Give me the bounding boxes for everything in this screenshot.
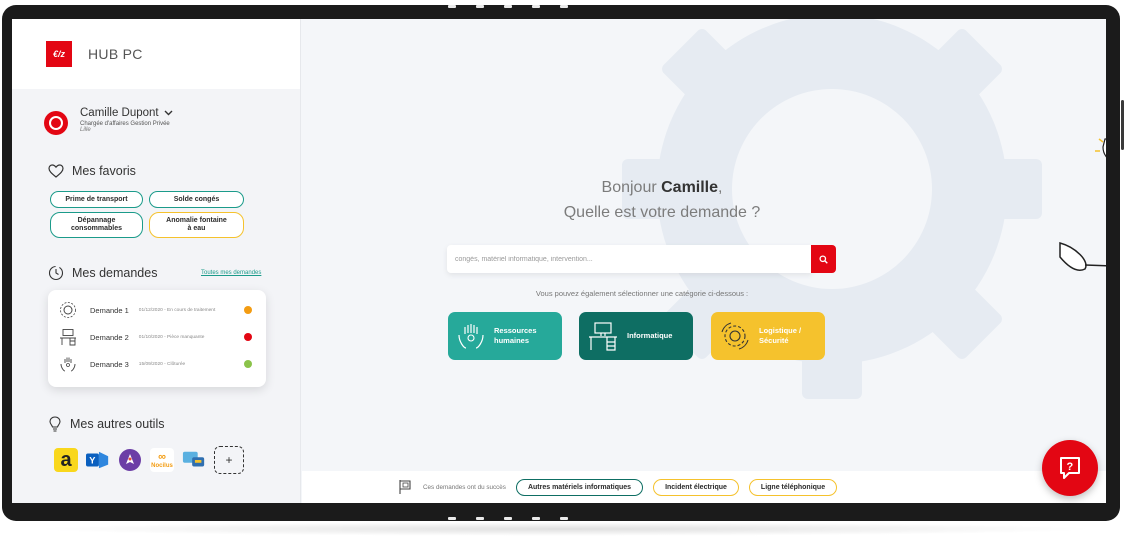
demande-row[interactable]: Demande 1 01/12/2020 - En cours de trait… bbox=[58, 299, 258, 321]
demande-name: Demande 3 bbox=[90, 359, 129, 369]
device-top-edge bbox=[448, 5, 568, 9]
device-side-button bbox=[1121, 100, 1124, 150]
category-label: Informatique bbox=[627, 331, 673, 341]
user-city: Lille bbox=[80, 127, 91, 133]
demande-meta: 01/12/2020 - En cours de traitement bbox=[138, 307, 216, 313]
demandes-title: Mes demandes bbox=[48, 265, 157, 281]
status-dot-green bbox=[244, 360, 252, 368]
favori-prime-transport[interactable]: Prime de transport bbox=[50, 191, 143, 208]
chevron-down-icon[interactable] bbox=[164, 110, 173, 116]
add-tool-button[interactable]: + bbox=[214, 446, 244, 474]
sidebar-header: €/z HUB PC bbox=[12, 19, 300, 89]
demande-meta: 01/10/2020 - Pièce manquante bbox=[138, 334, 205, 340]
user-profile[interactable]: Camille Dupont Chargée d'affaires Gestio… bbox=[44, 107, 173, 135]
favoris-title: Mes favoris bbox=[48, 164, 136, 178]
category-logistique-securite[interactable]: Logistique / Sécurité bbox=[711, 312, 825, 360]
demande-meta: 15/09/2020 - Clôturée bbox=[138, 361, 186, 367]
popular-ligne-telephonique[interactable]: Ligne téléphonique bbox=[748, 478, 838, 496]
user-name: Camille Dupont bbox=[80, 107, 159, 119]
lightbulb-icon bbox=[1095, 138, 1106, 158]
svg-text:?: ? bbox=[1067, 461, 1074, 473]
heart-icon bbox=[48, 164, 64, 178]
greeting-line: Bonjour Camille, bbox=[462, 175, 862, 200]
main-area: Bonjour Camille, Quelle est votre demand… bbox=[302, 19, 1106, 503]
category-label-2: humaines bbox=[494, 336, 530, 345]
status-dot-red bbox=[244, 333, 252, 341]
demande-row[interactable]: Demande 2 01/10/2020 - Pièce manquante bbox=[58, 326, 258, 348]
gear-icon bbox=[721, 322, 749, 350]
yammer-icon[interactable]: Y bbox=[86, 448, 110, 472]
desk-icon bbox=[58, 327, 78, 347]
woman-laptop-illustration bbox=[1059, 138, 1106, 271]
device-shadow bbox=[30, 522, 1100, 536]
svg-text:Y: Y bbox=[89, 456, 95, 466]
popular-incident-electrique[interactable]: Incident électrique bbox=[653, 478, 739, 496]
search-button[interactable] bbox=[811, 245, 836, 273]
category-subtitle: Vous pouvez également sélectionner une c… bbox=[535, 289, 749, 298]
category-label-2: Sécurité bbox=[759, 336, 789, 345]
category-label: Ressources bbox=[494, 326, 537, 336]
app-title: HUB PC bbox=[88, 46, 143, 62]
demande-name: Demande 1 bbox=[90, 305, 129, 315]
avatar bbox=[44, 111, 68, 135]
status-dot-orange bbox=[244, 306, 252, 314]
history-icon bbox=[48, 265, 64, 281]
device-frame: €/z HUB PC Camille Dupont Chargée d'affa… bbox=[2, 5, 1124, 521]
search-icon bbox=[819, 254, 828, 264]
favori-anomalie-fontaine[interactable]: Anomalie fontaine à eau bbox=[149, 212, 244, 238]
nocilus-icon[interactable]: ∞ Nocilus bbox=[150, 448, 174, 472]
outils-title-label: Mes autres outils bbox=[70, 417, 165, 431]
greeting-prefix: Bonjour bbox=[601, 179, 662, 196]
favori-depannage[interactable]: Dépannage consommables bbox=[50, 212, 143, 238]
search-box bbox=[447, 245, 812, 273]
help-chat-button[interactable]: ? bbox=[1042, 440, 1098, 496]
flag-icon bbox=[399, 480, 411, 494]
demandes-title-label: Mes demandes bbox=[72, 266, 158, 280]
gear-icon bbox=[58, 300, 78, 320]
device-bottom-edge bbox=[448, 517, 568, 521]
category-ressources-humaines[interactable]: Ressources humaines bbox=[448, 312, 562, 360]
popular-requests-bar: Ces demandes ont du succès Autres matéri… bbox=[302, 471, 1106, 503]
category-informatique[interactable]: Informatique bbox=[579, 312, 693, 360]
popular-requests-label: Ces demandes ont du succès bbox=[423, 483, 506, 491]
favori-solde-conges[interactable]: Solde congés bbox=[149, 191, 244, 208]
demande-row[interactable]: Demande 3 15/09/2020 - Clôturée bbox=[58, 353, 258, 375]
favoris-title-label: Mes favoris bbox=[72, 164, 136, 178]
help-chat-icon: ? bbox=[1060, 457, 1080, 479]
user-menu[interactable]: Camille Dupont bbox=[80, 107, 173, 119]
greeting-suffix: , bbox=[718, 179, 723, 196]
brand-logo[interactable]: €/z bbox=[46, 41, 72, 67]
amazon-icon[interactable]: a bbox=[54, 448, 78, 472]
nocilus-label: Nocilus bbox=[151, 462, 173, 469]
lightbulb-icon bbox=[49, 416, 61, 432]
sidebar: €/z HUB PC Camille Dupont Chargée d'affa… bbox=[12, 19, 301, 503]
outils-title: Mes autres outils bbox=[48, 416, 164, 432]
question-line: Quelle est votre demande ? bbox=[563, 204, 761, 221]
demande-name: Demande 2 bbox=[90, 332, 129, 342]
user-role: Chargée d'affaires Gestion Privée bbox=[80, 121, 170, 127]
chat-app-icon[interactable] bbox=[182, 448, 206, 472]
search-input[interactable] bbox=[455, 255, 795, 263]
desk-icon bbox=[589, 322, 617, 351]
hands-icon bbox=[58, 354, 78, 374]
rocket-icon[interactable] bbox=[118, 448, 142, 472]
hands-icon bbox=[458, 324, 484, 349]
greeting: Bonjour Camille, Quelle est votre demand… bbox=[462, 175, 862, 225]
category-label: Logistique / bbox=[759, 326, 802, 336]
demandes-card: Demande 1 01/12/2020 - En cours de trait… bbox=[48, 290, 266, 387]
tools-list: a Y ∞ Nocilus + bbox=[54, 446, 244, 474]
screen: €/z HUB PC Camille Dupont Chargée d'affa… bbox=[12, 19, 1106, 503]
greeting-name: Camille bbox=[661, 179, 719, 196]
popular-autres-materiels[interactable]: Autres matériels informatiques bbox=[515, 478, 644, 496]
toutes-demandes-link[interactable]: Toutes mes demandes bbox=[201, 270, 261, 276]
